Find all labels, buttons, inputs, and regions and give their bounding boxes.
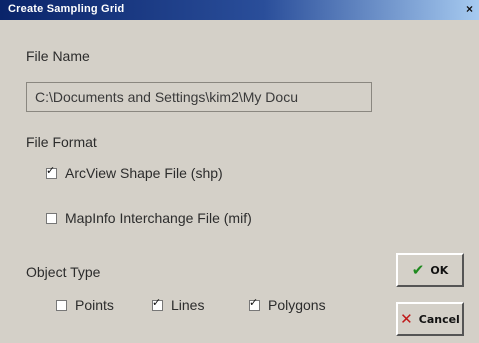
ok-button-label: OK xyxy=(430,263,449,277)
lines-checkbox[interactable]: ✓ xyxy=(152,296,163,311)
lines-label: Lines xyxy=(171,297,205,313)
file-name-label: File Name xyxy=(26,48,90,64)
ok-button[interactable]: ✔ OK xyxy=(396,253,464,287)
mif-label: MapInfo Interchange File (mif) xyxy=(65,210,252,226)
title-bar[interactable]: Create Sampling Grid × xyxy=(0,0,479,20)
points-label: Points xyxy=(75,297,114,313)
window-title: Create Sampling Grid xyxy=(8,3,125,15)
object-option-lines[interactable]: ✓ Lines xyxy=(152,296,204,314)
close-icon[interactable]: × xyxy=(463,3,476,16)
format-option-shp[interactable]: ✓ ArcView Shape File (shp) xyxy=(46,164,223,182)
object-option-polygons[interactable]: ✓ Polygons xyxy=(249,296,326,314)
checkmark-icon: ✓ xyxy=(46,164,56,177)
x-icon: ✕ xyxy=(400,309,413,328)
polygons-checkbox[interactable]: ✓ xyxy=(249,296,260,311)
file-format-label: File Format xyxy=(26,134,97,150)
file-name-field[interactable] xyxy=(26,82,372,112)
cancel-button-label: Cancel xyxy=(418,312,460,326)
cancel-button[interactable]: ✕ Cancel xyxy=(396,302,464,336)
format-option-mif[interactable]: MapInfo Interchange File (mif) xyxy=(46,209,252,227)
polygons-label: Polygons xyxy=(268,297,326,313)
points-checkbox[interactable] xyxy=(56,299,67,311)
checkmark-icon: ✓ xyxy=(152,296,162,309)
create-sampling-grid-dialog: Create Sampling Grid × File Name File Fo… xyxy=(0,0,479,343)
shp-label: ArcView Shape File (shp) xyxy=(65,165,223,181)
mif-checkbox[interactable] xyxy=(46,212,57,224)
shp-checkbox[interactable]: ✓ xyxy=(46,164,57,179)
checkmark-icon: ✓ xyxy=(249,296,259,309)
object-type-label: Object Type xyxy=(26,264,101,280)
object-option-points[interactable]: Points xyxy=(56,296,114,314)
check-icon: ✔ xyxy=(411,260,425,279)
